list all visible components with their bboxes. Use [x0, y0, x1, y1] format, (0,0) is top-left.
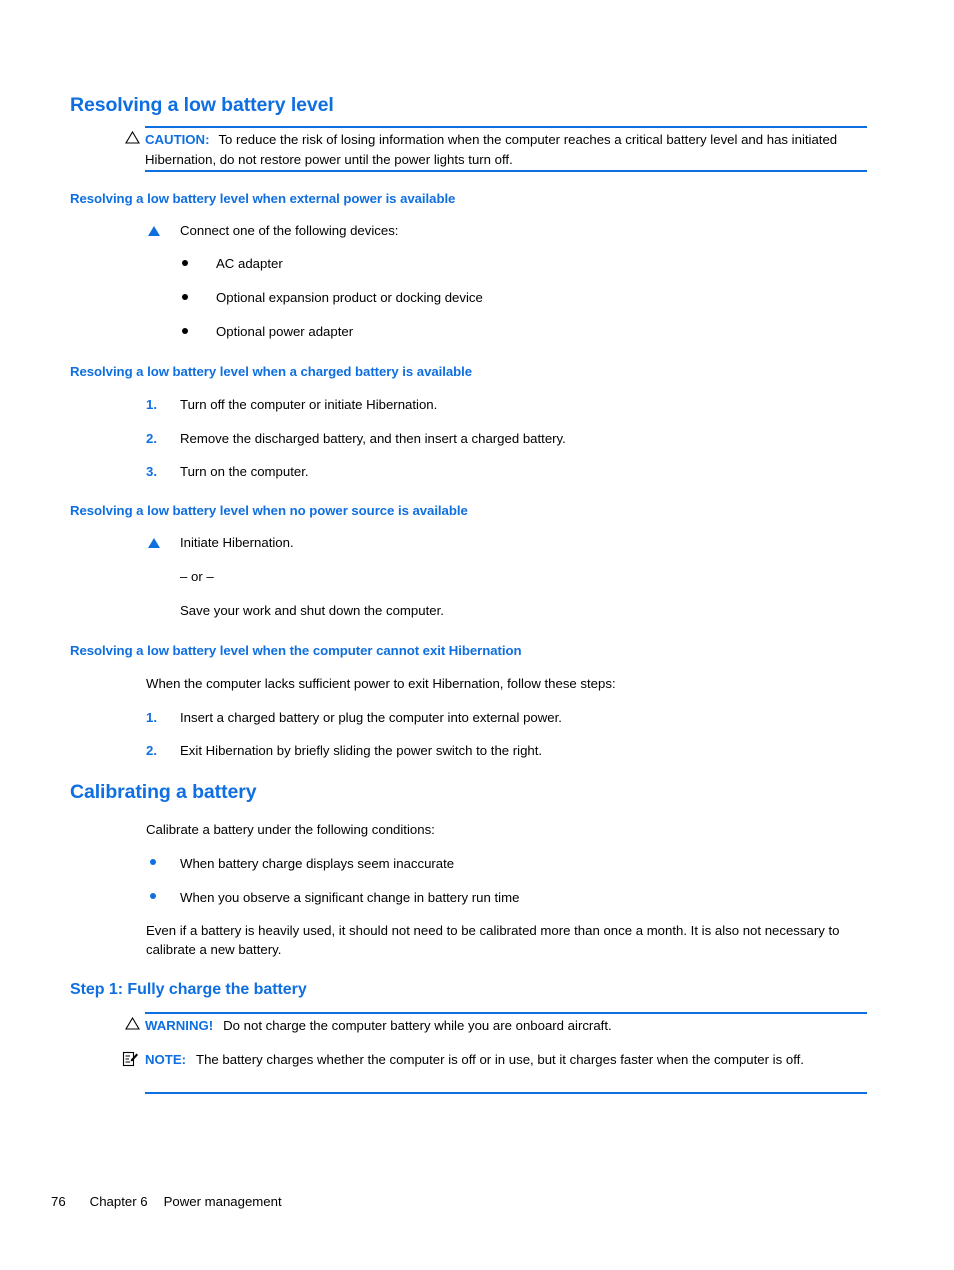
bullet-icon: [150, 893, 156, 899]
footer-chapter-title: Power management: [163, 1194, 282, 1209]
page-title: Resolving a low battery level: [70, 94, 334, 116]
document-page: Resolving a low battery level CAUTION: To…: [0, 0, 954, 1270]
or-separator: – or –: [180, 569, 214, 584]
step-text: Turn off the computer or initiate Hibern…: [180, 397, 438, 412]
subheading-no-power-source: Resolving a low battery level when no po…: [70, 503, 468, 518]
bullet-icon: [182, 260, 188, 266]
note-block: NOTE: The battery charges whether the com…: [145, 1050, 869, 1070]
calibration-frequency-paragraph: Even if a battery is heavily used, it sh…: [146, 923, 840, 957]
alternative-step-text: Save your work and shut down the compute…: [180, 603, 444, 618]
warning-triangle-icon: [125, 1017, 140, 1030]
step-text-initiate-hibernation: Initiate Hibernation.: [180, 535, 294, 550]
step-text: Turn on the computer.: [180, 464, 309, 479]
note-bottom-rule: [145, 1092, 867, 1094]
intro-paragraph: When the computer lacks sufficient power…: [146, 676, 616, 691]
step-text-connect-device: Connect one of the following devices:: [180, 223, 399, 238]
step-number: 1.: [146, 397, 157, 412]
step-number: 2.: [146, 743, 157, 758]
note-label: NOTE:: [145, 1052, 187, 1067]
warning-text: Do not charge the computer battery while…: [223, 1018, 612, 1033]
bullet-icon: [182, 294, 188, 300]
step-triangle-bullet-icon: [148, 226, 160, 236]
list-item: AC adapter: [216, 256, 283, 271]
subheading-charged-battery: Resolving a low battery level when a cha…: [70, 364, 473, 379]
footer: 76 Chapter 6 Power management: [51, 1194, 282, 1209]
caution-top-rule: [145, 126, 867, 128]
caution-block: CAUTION: To reduce the risk of losing inf…: [145, 130, 869, 169]
bullet-icon: [150, 859, 156, 865]
note-text: The battery charges whether the computer…: [196, 1052, 804, 1067]
subheading-step1-fully-charge: Step 1: Fully charge the battery: [70, 981, 307, 998]
warning-top-rule: [145, 1012, 867, 1014]
warning-label: WARNING!: [145, 1018, 214, 1033]
subheading-external-power: Resolving a low battery level when exter…: [70, 191, 456, 206]
warning-block: WARNING! Do not charge the computer batte…: [145, 1016, 869, 1036]
step-number: 2.: [146, 431, 157, 446]
caution-text: To reduce the risk of losing information…: [145, 132, 838, 167]
caution-label: CAUTION:: [145, 132, 210, 147]
list-item: Optional power adapter: [216, 324, 354, 339]
step-number: 3.: [146, 464, 157, 479]
footer-page-number: 76: [51, 1194, 66, 1209]
bullet-icon: [182, 328, 188, 334]
step-number: 1.: [146, 710, 157, 725]
subheading-cannot-exit-hibernation: Resolving a low battery level when the c…: [70, 643, 522, 658]
caution-bottom-rule: [145, 170, 867, 172]
warning-triangle-icon: [125, 131, 140, 144]
step-triangle-bullet-icon: [148, 538, 160, 548]
note-clipboard-icon: [122, 1051, 138, 1067]
list-item: When battery charge displays seem inaccu…: [180, 856, 455, 871]
list-item: When you observe a significant change in…: [180, 890, 520, 905]
step-text: Exit Hibernation by briefly sliding the …: [180, 743, 543, 758]
step-text: Insert a charged battery or plug the com…: [180, 710, 562, 725]
list-item: Optional expansion product or docking de…: [216, 290, 483, 305]
footer-chapter: Chapter 6: [89, 1194, 148, 1209]
section-title-calibrating: Calibrating a battery: [70, 781, 257, 803]
step-text: Remove the discharged battery, and then …: [180, 431, 566, 446]
intro-paragraph: Calibrate a battery under the following …: [146, 822, 435, 837]
